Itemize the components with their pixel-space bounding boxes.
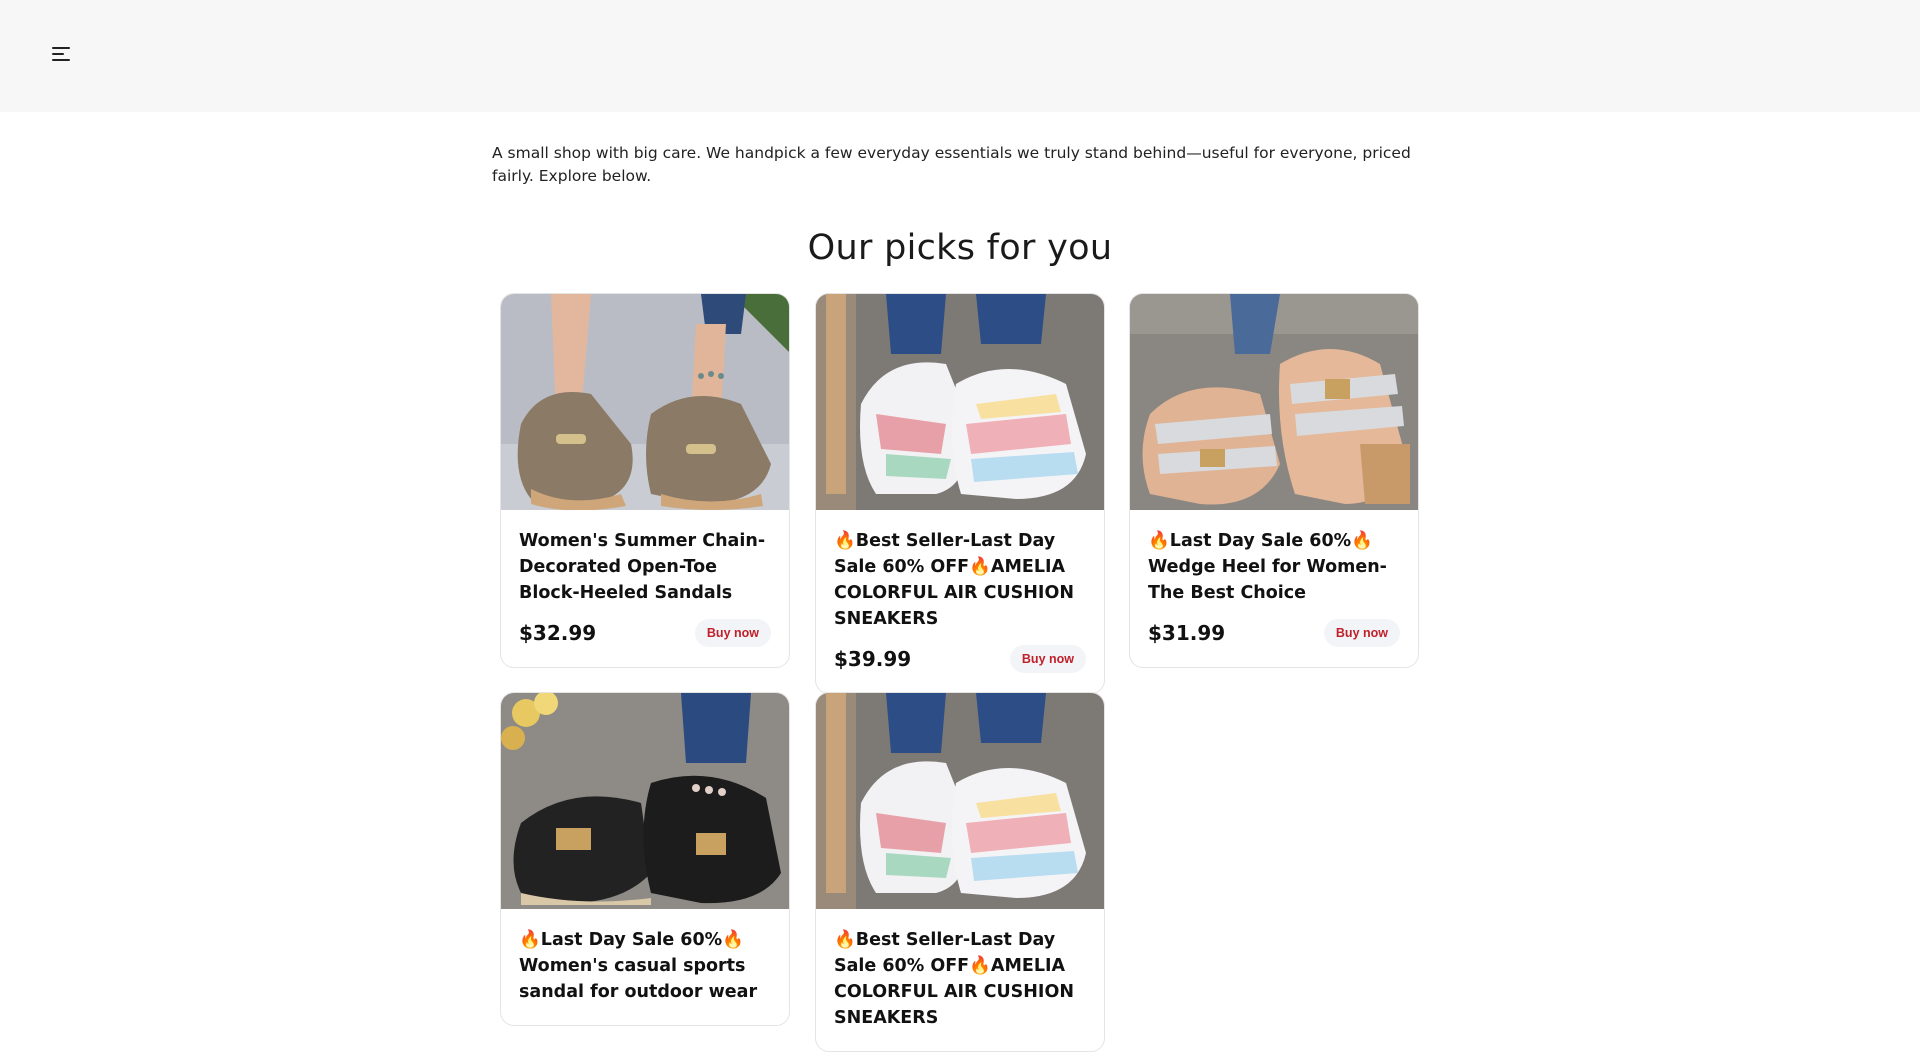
product-price: $39.99 bbox=[834, 647, 912, 671]
buy-now-button[interactable]: Buy now bbox=[1009, 645, 1086, 673]
buy-now-button[interactable]: Buy now bbox=[694, 619, 771, 647]
intro-text: A small shop with big care. We handpick … bbox=[492, 144, 1411, 185]
product-title[interactable]: 🔥Last Day Sale 60%🔥 Women's casual sport… bbox=[519, 927, 771, 1005]
product-price: $31.99 bbox=[1148, 621, 1226, 645]
section-title: Our picks for you bbox=[807, 228, 1113, 268]
product-price: $32.99 bbox=[519, 621, 597, 645]
product-card[interactable]: Women's Summer Chain-Decorated Open-Toe … bbox=[500, 293, 790, 668]
product-title[interactable]: 🔥Best Seller-Last Day Sale 60% OFF🔥AMELI… bbox=[834, 927, 1086, 1031]
hamburger-menu-icon[interactable] bbox=[52, 47, 74, 63]
buy-now-button[interactable]: Buy now bbox=[1323, 619, 1400, 647]
product-card[interactable]: 🔥Best Seller-Last Day Sale 60% OFF🔥AMELI… bbox=[815, 293, 1105, 694]
product-card[interactable]: 🔥Last Day Sale 60%🔥 Wedge Heel for Women… bbox=[1129, 293, 1419, 668]
product-image[interactable] bbox=[816, 294, 1104, 510]
top-bar bbox=[0, 0, 1920, 112]
product-card[interactable]: 🔥Last Day Sale 60%🔥 Women's casual sport… bbox=[500, 692, 790, 1026]
product-title[interactable]: Women's Summer Chain-Decorated Open-Toe … bbox=[519, 528, 771, 606]
product-image[interactable] bbox=[501, 294, 789, 510]
product-title[interactable]: 🔥Best Seller-Last Day Sale 60% OFF🔥AMELI… bbox=[834, 528, 1086, 632]
product-card[interactable]: 🔥Best Seller-Last Day Sale 60% OFF🔥AMELI… bbox=[815, 692, 1105, 1052]
product-title[interactable]: 🔥Last Day Sale 60%🔥 Wedge Heel for Women… bbox=[1148, 528, 1400, 606]
product-image[interactable] bbox=[816, 693, 1104, 909]
product-image[interactable] bbox=[501, 693, 789, 909]
product-image[interactable] bbox=[1130, 294, 1418, 510]
